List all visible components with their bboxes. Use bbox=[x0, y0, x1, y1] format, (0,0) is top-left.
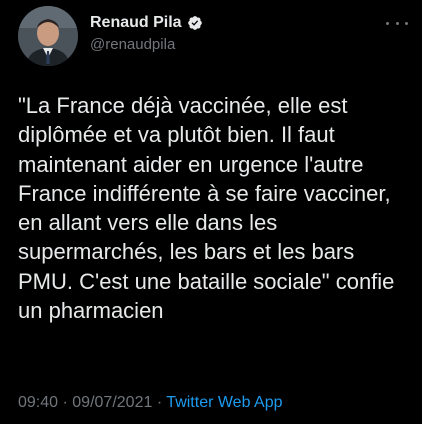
more-options-icon[interactable] bbox=[386, 16, 408, 30]
meta-separator: · bbox=[156, 394, 163, 411]
avatar-icon bbox=[18, 6, 78, 66]
author-name-row: Renaud Pila bbox=[90, 13, 203, 33]
tweet-text: "La France déjà vaccinée, elle est diplô… bbox=[18, 93, 395, 324]
more-dot bbox=[395, 21, 399, 25]
tweet-time[interactable]: 09:40 bbox=[18, 394, 58, 411]
more-dot bbox=[405, 21, 408, 25]
verified-badge-icon bbox=[187, 15, 203, 31]
meta-separator: · bbox=[62, 394, 68, 411]
author-name[interactable]: Renaud Pila bbox=[90, 13, 182, 33]
tweet-date[interactable]: 09/07/2021 bbox=[72, 394, 152, 411]
author-handle[interactable]: @renaudpila bbox=[90, 35, 203, 55]
tweet-meta: 09:40 · 09/07/2021 · Twitter Web App bbox=[18, 393, 283, 413]
avatar[interactable] bbox=[18, 6, 78, 66]
more-dot bbox=[386, 21, 389, 25]
tweet-card: Renaud Pila @renaudpila "La France déjà … bbox=[0, 0, 422, 424]
tweet-source[interactable]: Twitter Web App bbox=[166, 394, 282, 411]
author-block: Renaud Pila @renaudpila bbox=[90, 13, 203, 55]
